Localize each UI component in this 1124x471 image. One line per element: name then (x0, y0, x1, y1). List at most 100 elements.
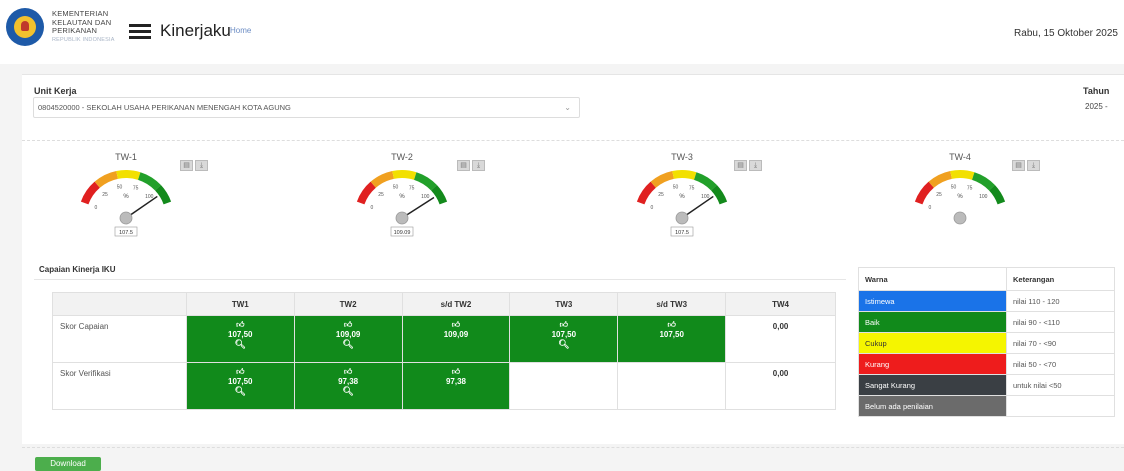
legend-description: nilai 90 - <110 (1006, 311, 1115, 333)
score-cell: 👍︎ 107,50 🔍︎ (185, 362, 295, 410)
gauge-tw1-actions: ▤ ⤓ (180, 154, 210, 171)
legend-row: Kurang nilai 50 - <70 (858, 353, 1115, 375)
score-cell: 👍︎ 97,38 🔍︎ (293, 362, 403, 410)
score-cell: 👍︎ 97,38 (401, 362, 511, 410)
legend-row: Cukup nilai 70 - <90 (858, 332, 1115, 354)
legend-header-keterangan: Keterangan (1006, 267, 1115, 291)
gauge-svg: TW-4 0 25 50 75 100% (914, 152, 1006, 225)
ministry-line3: PERIKANAN (52, 26, 98, 35)
gauge-band (710, 185, 728, 205)
score-cell-empty (617, 362, 727, 410)
ministry-subline: REPUBLIK INDONESIA (52, 36, 115, 43)
gauge-band (154, 185, 172, 205)
gauge-band (672, 170, 697, 180)
score-value: 109,09 (443, 330, 469, 339)
gauge-band (94, 170, 119, 188)
hamburger-menu-icon[interactable] (129, 24, 151, 40)
gauge-title: TW-4 (949, 152, 971, 162)
search-icon[interactable]: 🔍︎ (187, 386, 294, 397)
gauge-unit: % (399, 194, 405, 200)
gauge-tick-label: 0 (371, 205, 374, 211)
search-icon[interactable]: 🔍︎ (510, 339, 617, 350)
table-header-cell: s/d TW3 (617, 292, 727, 316)
score-cell: 👍︎ 109,09 🔍︎ (293, 315, 403, 363)
gauge-band (914, 181, 934, 205)
search-icon[interactable]: 🔍︎ (295, 339, 402, 350)
legend-description: nilai 110 - 120 (1006, 290, 1115, 312)
tahun-label: Tahun (1083, 86, 1110, 96)
gauge-value-label: 107.5 (119, 230, 133, 236)
gauge-value-label: 109.09 (394, 230, 411, 236)
row-label: Skor Capaian (52, 315, 187, 363)
print-icon[interactable]: ▤ (457, 160, 470, 171)
search-icon[interactable]: 🔍︎ (295, 386, 402, 397)
score-cell: 👍︎ 109,09 (401, 315, 511, 363)
score-value: 109,09 (335, 330, 361, 339)
print-icon[interactable]: ▤ (734, 160, 747, 171)
breadcrumb-home[interactable]: Home (230, 26, 251, 35)
gauge-band (392, 170, 417, 180)
score-value: 107,50 (659, 330, 684, 339)
gauge-band (356, 181, 376, 205)
table-header-cell: s/d TW2 (401, 292, 511, 316)
separator (22, 140, 1124, 141)
search-icon[interactable]: 🔍︎ (187, 339, 294, 350)
kkp-logo[interactable] (6, 8, 44, 46)
legend-header-warna: Warna (858, 267, 1007, 291)
score-cell: 👍︎ 107,50 🔍︎ (185, 315, 295, 363)
gauge-band (971, 172, 995, 191)
download-icon[interactable]: ⤓ (749, 160, 762, 171)
row-label: Skor Verifikasi (52, 362, 187, 410)
legend-table: Warna Keterangan Istimewa nilai 110 - 120… (858, 267, 1115, 417)
unit-kerja-select[interactable]: 0804520000 - SEKOLAH USAHA PERIKANAN MEN… (33, 97, 580, 118)
gauge-unit: % (679, 194, 685, 200)
score-cell: 👍︎ 107,50 🔍︎ (509, 315, 619, 363)
gauge-tick-label: 100 (979, 194, 988, 200)
score-value: 97,38 (338, 377, 359, 386)
gauge-tick-label: 50 (117, 185, 123, 191)
thumbs-up-icon: 👍︎ (343, 320, 353, 329)
print-icon[interactable]: ▤ (180, 160, 193, 171)
gauge-pivot (119, 211, 133, 225)
app-title: Kinerjaku (160, 21, 231, 40)
gauge-tw2: TW-2 0 25 50 75 100% 109.09 (342, 146, 462, 246)
gauge-tick-label: 75 (133, 185, 139, 191)
download-icon[interactable]: ⤓ (195, 160, 208, 171)
legend-color-swatch: Cukup (858, 332, 1007, 354)
legend-row: Sangat Kurang untuk nilai <50 (858, 374, 1115, 396)
gauge-tick-label: 0 (651, 205, 654, 211)
legend-row: Baik nilai 90 - <110 (858, 311, 1115, 333)
print-icon[interactable]: ▤ (1012, 160, 1025, 171)
table-row: Skor Capaian 👍︎ 107,50 🔍︎ 👍︎ 109,09 🔍︎ 👍︎ 109,09… (52, 315, 836, 363)
score-cell: 👍︎ 107,50 (617, 315, 727, 363)
legend-color-swatch: Istimewa (858, 290, 1007, 312)
gauge-tw1: TW-1 0 25 50 75 100% 107.5 (66, 146, 186, 246)
gauge-title: TW-1 (115, 152, 137, 162)
gauge-tick-label: 25 (658, 192, 664, 198)
gauge-band (650, 170, 675, 188)
gauge-value-label: 107.5 (675, 230, 689, 236)
gauge-svg: TW-102550 75100%107.5 (80, 152, 172, 237)
tahun-select[interactable]: 2025 - (1081, 97, 1124, 118)
gauge-tw4-actions: ▤ ⤓ (1012, 154, 1042, 171)
table-header-cell: TW1 (185, 292, 295, 316)
gauge-tw2-actions: ▤ ⤓ (457, 154, 487, 171)
gauge-band (116, 170, 141, 180)
gauge-tick-label: 0 (929, 205, 932, 211)
gauge-band (693, 172, 717, 191)
score-cell-empty: 0,00 (725, 315, 836, 363)
gauge-tick-label: 75 (409, 185, 415, 191)
download-icon[interactable]: ⤓ (1027, 160, 1040, 171)
unit-kerja-label: Unit Kerja (34, 86, 77, 96)
gauge-tick-label: 0 (95, 205, 98, 211)
legend-color-swatch: Sangat Kurang (858, 374, 1007, 396)
download-button[interactable]: Download (35, 457, 101, 471)
legend-description (1006, 395, 1115, 417)
download-icon[interactable]: ⤓ (472, 160, 485, 171)
gauge-band (430, 185, 448, 205)
gauge-tw3-actions: ▤ ⤓ (734, 154, 764, 171)
thumbs-up-icon: 👍︎ (667, 320, 676, 329)
gauge-svg: TW-302550 75100%107.5 (636, 152, 728, 237)
gauge-pivot (953, 211, 967, 225)
table-header-cell: TW3 (509, 292, 619, 316)
